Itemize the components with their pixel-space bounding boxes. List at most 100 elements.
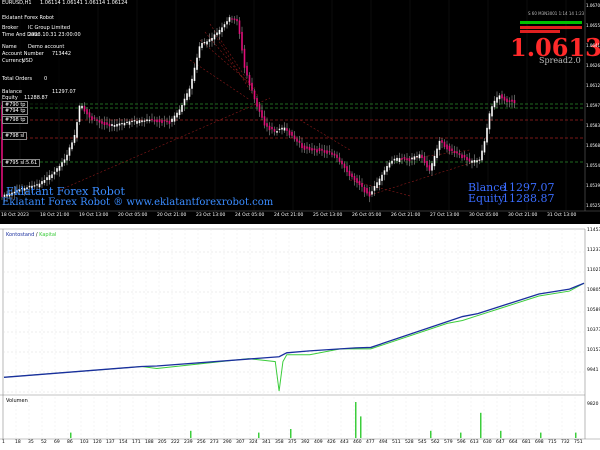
candle [266, 123, 268, 127]
candle [206, 41, 208, 45]
balance-equity-chart[interactable] [0, 224, 600, 450]
trade-line [59, 97, 271, 191]
volume-bar [480, 412, 482, 438]
candle [73, 135, 76, 143]
candle [263, 116, 266, 126]
time-tick-label: 24 Oct 05:00 [235, 213, 265, 218]
candle [278, 128, 281, 130]
time-tick-label: 18 Oct 21:00 [40, 213, 70, 218]
candle [268, 125, 271, 131]
candle [366, 188, 368, 194]
trade-tick-label: 171 [132, 440, 141, 445]
candle [311, 148, 313, 151]
candle [436, 148, 438, 158]
candle [343, 163, 346, 168]
candle [61, 162, 63, 167]
candle [156, 119, 158, 123]
candle [453, 150, 456, 154]
trade-tick-label: 751 [574, 440, 583, 445]
candle [123, 122, 126, 126]
candle [376, 182, 378, 188]
volume-bar [70, 432, 72, 438]
summary-equity-value: 11288.87 [502, 192, 555, 205]
time-tick-label: 25 Oct 13:00 [313, 213, 343, 218]
price-tick-label: 1.06120 [586, 83, 600, 88]
candle [108, 123, 111, 127]
candle [146, 119, 148, 122]
candle [483, 141, 486, 153]
candle [236, 19, 238, 22]
trade-tick-label: 426 [327, 440, 336, 445]
balance-tick-label: 11021 [587, 268, 600, 273]
total-orders-label: Total Orders [2, 76, 33, 82]
volume-bar [460, 432, 462, 438]
total-orders-value: 0 [44, 76, 48, 82]
trade-tick-label: 630 [483, 440, 492, 445]
currency-value: USD [22, 58, 33, 64]
candle [56, 168, 58, 172]
level-label-798-tp[interactable]: #798 tp [2, 116, 29, 124]
candle [238, 20, 241, 34]
balance-tick-label: 10157 [587, 348, 600, 353]
level-label-798-sl[interactable]: #798 sl [2, 132, 28, 140]
trade-tick-label: 545 [418, 440, 427, 445]
candle [201, 43, 203, 48]
time-value: 2023.10.31 23:00:00 [28, 32, 81, 38]
watermark-title: Eklatant Forex Robot [6, 185, 125, 198]
candle [98, 120, 101, 123]
strategy-legend: Kontostand / Kapital [6, 232, 56, 238]
volume-bar [290, 429, 292, 438]
time-axis: 18 Oct 2023 18 Oct 21:00 19 Oct 13:00 20 Oc… [0, 212, 585, 224]
candle [228, 17, 231, 22]
trade-tick-label: 409 [314, 440, 323, 445]
price-tick-label: 1.06700 [586, 3, 600, 8]
candle [221, 27, 223, 33]
candle [226, 21, 228, 25]
candle [288, 130, 291, 136]
price-chart-window[interactable]: EURUSD,H1 1.06114 1.06141 1.06114 1.0612… [0, 0, 600, 224]
watermark-url: Eklatant Forex Robot ® www.eklatantforex… [2, 197, 274, 208]
price-widget-time: S 60 M3N3001 1:14 14 1:23 [528, 11, 585, 16]
trade-tick-label: 358 [275, 440, 284, 445]
candle [418, 154, 421, 159]
candle [168, 120, 171, 124]
trade-tick-label: 188 [145, 440, 154, 445]
candle [103, 122, 106, 126]
trade-line [204, 31, 256, 93]
trade-tick-label: 35 [28, 440, 34, 445]
trade-tick-label: 715 [548, 440, 557, 445]
candle [276, 131, 278, 133]
candle [113, 124, 116, 127]
strategy-tester-graph[interactable]: Kontostand / Kapital Volumen 11453 11237 1… [0, 224, 600, 450]
trade-tick-label: 596 [457, 440, 466, 445]
candle [218, 29, 221, 35]
candle [321, 148, 323, 151]
candle [128, 121, 131, 125]
candle [456, 151, 458, 154]
trade-tick-label: 324 [249, 440, 258, 445]
candle [408, 158, 411, 162]
candle [106, 122, 108, 125]
level-label-795-sl[interactable]: #795 sl:5.61 [2, 159, 41, 167]
candle [301, 143, 303, 148]
candle [116, 124, 118, 127]
candle [498, 95, 501, 100]
candle [383, 170, 386, 175]
candle [51, 174, 53, 179]
balance-axis: 11453 11237 11021 10805 10589 10373 10157 9941 9… [586, 224, 600, 439]
trade-tick-label: 205 [158, 440, 167, 445]
candle [391, 160, 393, 164]
balance-tick-label: 9941 [587, 368, 599, 373]
candle [393, 158, 396, 161]
candle [188, 88, 191, 97]
candle [356, 178, 358, 183]
candle [513, 100, 516, 104]
trade-tick-label: 86 [67, 440, 73, 445]
candle [58, 165, 61, 171]
level-label-794-tp[interactable]: #794 tp [2, 107, 29, 115]
balance-value: 11297.07 [52, 89, 76, 95]
candle [176, 112, 178, 118]
time-tick-label: 19 Oct 13:00 [79, 213, 109, 218]
volume-bar [258, 432, 260, 438]
candle [416, 155, 418, 158]
